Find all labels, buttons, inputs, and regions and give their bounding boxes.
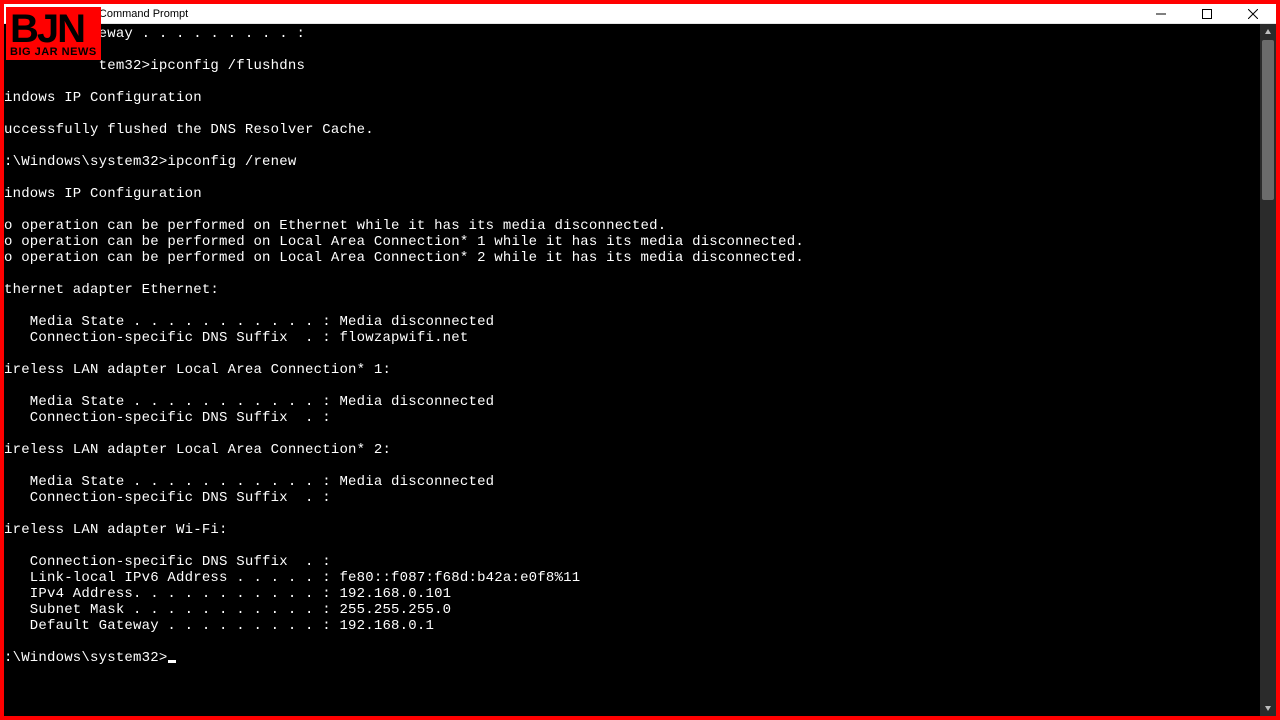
scroll-thumb[interactable] <box>1262 40 1274 200</box>
titlebar[interactable]: >_ Administrator: Command Prompt <box>4 4 1276 24</box>
watermark-logo: BJN BIG JAR NEWS <box>6 7 101 60</box>
minimize-button[interactable] <box>1138 4 1184 23</box>
outer-frame: >_ Administrator: Command Prompt eway . … <box>0 0 1280 720</box>
vertical-scrollbar[interactable] <box>1260 24 1276 716</box>
watermark-abbr: BJN <box>10 9 97 49</box>
watermark-full: BIG JAR NEWS <box>10 47 97 58</box>
cmd-window: >_ Administrator: Command Prompt eway . … <box>4 4 1276 716</box>
close-button[interactable] <box>1230 4 1276 23</box>
window-controls <box>1138 4 1276 23</box>
scroll-down-arrow[interactable] <box>1260 700 1276 716</box>
cursor <box>168 660 176 663</box>
terminal-output: eway . . . . . . . . . : tem32>ipconfig … <box>4 24 1260 716</box>
scroll-up-arrow[interactable] <box>1260 24 1276 40</box>
terminal-area[interactable]: eway . . . . . . . . . : tem32>ipconfig … <box>4 24 1276 716</box>
scroll-track[interactable] <box>1260 40 1276 700</box>
maximize-button[interactable] <box>1184 4 1230 23</box>
